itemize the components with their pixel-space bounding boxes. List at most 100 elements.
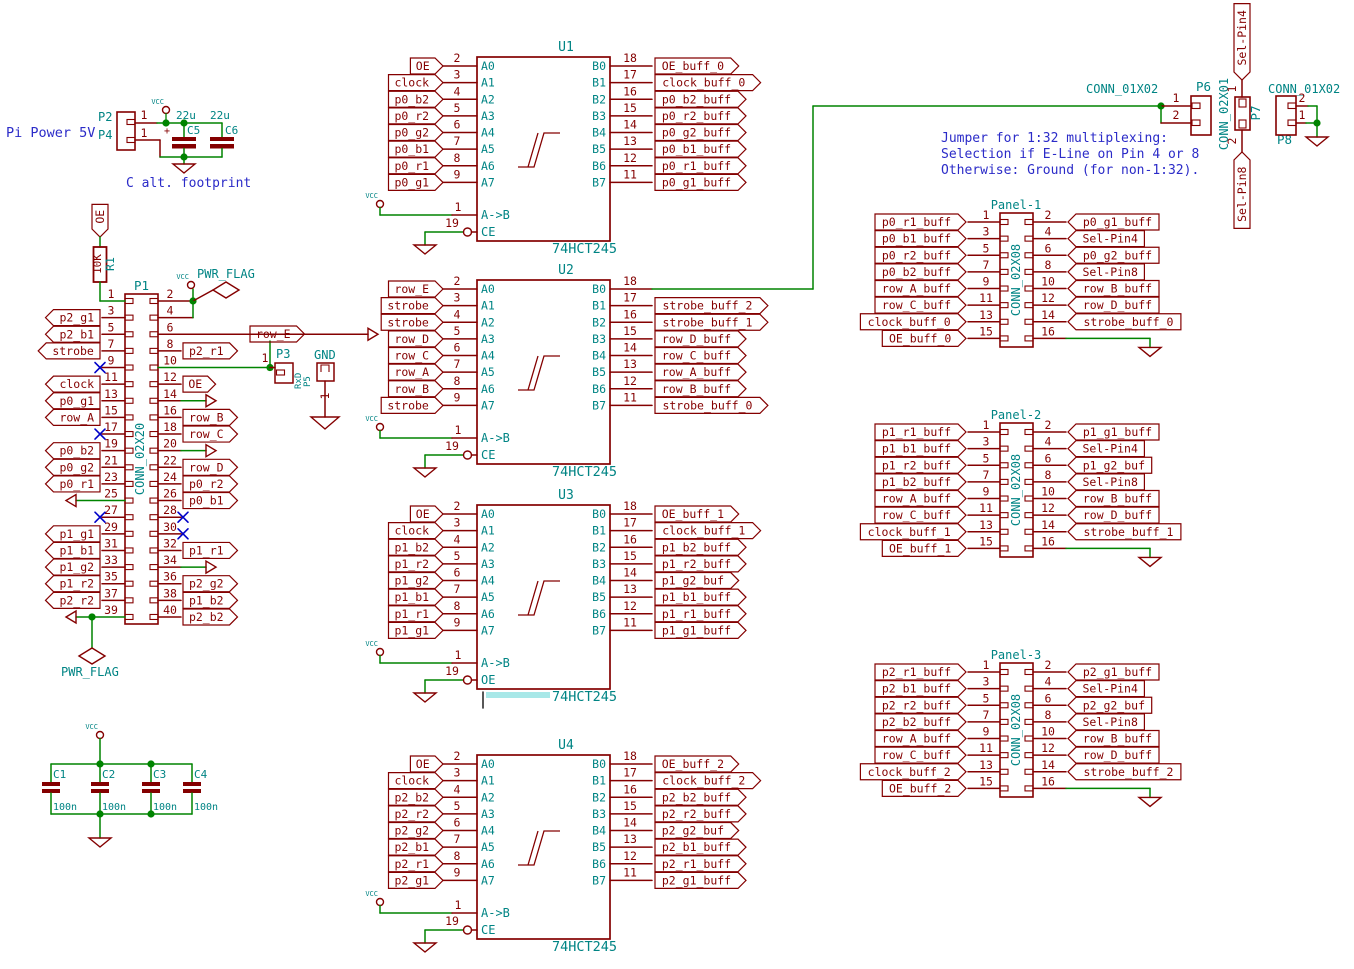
net-label[interactable]: p1_r2 xyxy=(59,577,94,591)
net-label[interactable]: row_B_buff xyxy=(1083,282,1152,296)
net-label[interactable]: row_B xyxy=(189,410,224,424)
net-label[interactable]: p1_g2_buf xyxy=(1083,458,1145,472)
component-value[interactable]: CONN_01X02 xyxy=(1086,82,1158,96)
net-label[interactable]: row_D_buff xyxy=(662,332,731,346)
net-label[interactable]: p1_b2_buff xyxy=(662,540,731,554)
net-label[interactable]: p1_g1_buff xyxy=(1083,425,1152,439)
net-label[interactable]: p2_g1 xyxy=(59,311,94,325)
component-ref[interactable]: C4 xyxy=(194,768,208,781)
net-label[interactable]: OE_buff_0 xyxy=(662,59,724,73)
net-label[interactable]: p0_g1 xyxy=(394,175,429,189)
note-pi-power[interactable]: Pi Power 5V xyxy=(6,125,95,141)
net-label[interactable]: p0_b1_buff xyxy=(662,142,731,156)
net-label[interactable]: p0_g1_buff xyxy=(662,175,731,189)
net-label[interactable]: row_A_buff xyxy=(882,732,951,746)
net-label[interactable]: p0_g2 xyxy=(59,460,94,474)
component-value[interactable]: 100n xyxy=(102,802,126,813)
net-label[interactable]: OE_buff_1 xyxy=(662,507,724,521)
net-label[interactable]: Sel-Pin4 xyxy=(1083,232,1138,246)
net-label[interactable]: Sel-Pin8 xyxy=(1235,166,1249,221)
net-label[interactable]: p2_b2_buff xyxy=(662,790,731,804)
net-label[interactable]: Sel-Pin4 xyxy=(1235,10,1249,65)
component-ref[interactable]: P2 xyxy=(98,110,112,124)
net-label[interactable]: p2_r2_buff xyxy=(882,698,951,712)
net-label[interactable]: p1_g1 xyxy=(394,623,429,637)
net-label[interactable]: row_C_buff xyxy=(882,298,951,312)
net-label[interactable]: p0_b1 xyxy=(189,494,224,508)
net-label[interactable]: OE_buff_1 xyxy=(889,541,951,555)
schematic-canvas[interactable]: Pi Power 5VC alt. footprintJumper for 1:… xyxy=(0,0,1354,969)
net-label[interactable]: row_E xyxy=(394,282,429,296)
net-label[interactable]: strobe xyxy=(52,344,94,358)
net-label[interactable]: p1_b1 xyxy=(59,543,94,557)
net-label[interactable]: p2_r1_buff xyxy=(662,857,731,871)
net-label[interactable]: row_C xyxy=(189,427,224,441)
component-value[interactable]: 74HCT245 xyxy=(552,464,617,480)
net-label[interactable]: p1_r2_buff xyxy=(882,458,951,472)
net-label[interactable]: Sel-Pin8 xyxy=(1083,475,1138,489)
net-label[interactable]: row_A_buff xyxy=(882,492,951,506)
net-label[interactable]: OE xyxy=(416,507,430,521)
net-label[interactable]: p2_r2 xyxy=(59,593,94,607)
net-label[interactable]: row_B xyxy=(394,382,429,396)
net-label[interactable]: p0_b1 xyxy=(394,142,429,156)
net-label[interactable]: clock_buff_2 xyxy=(868,765,951,779)
net-label[interactable]: strobe_buff_0 xyxy=(1083,315,1173,329)
net-label[interactable]: p2_g2_buf xyxy=(1083,698,1145,712)
net-label[interactable]: row_B_buff xyxy=(662,382,731,396)
component-ref[interactable]: P1 xyxy=(134,278,149,293)
net-label[interactable]: strobe xyxy=(387,315,429,329)
net-label[interactable]: Sel-Pin4 xyxy=(1083,442,1138,456)
net-label[interactable]: p1_g2_buf xyxy=(662,574,724,588)
net-label[interactable]: row_A_buff xyxy=(662,365,731,379)
component-ref[interactable]: Panel-2 xyxy=(991,408,1042,422)
net-label[interactable]: p0_r1 xyxy=(59,477,94,491)
net-label[interactable]: row_D xyxy=(189,460,224,474)
net-label[interactable]: p0_g2_buff xyxy=(662,126,731,140)
net-label[interactable]: p1_r1_buff xyxy=(882,425,951,439)
net-label[interactable]: strobe_buff_0 xyxy=(662,398,752,412)
component-ref[interactable]: U2 xyxy=(558,263,574,278)
net-label[interactable]: p2_g2 xyxy=(189,577,224,591)
component-value[interactable]: 74HCT245 xyxy=(552,241,617,257)
net-label[interactable]: clock_buff_1 xyxy=(868,525,951,539)
net-label[interactable]: p1_r1_buff xyxy=(662,607,731,621)
net-label[interactable]: row_B_buff xyxy=(1083,732,1152,746)
net-label[interactable]: p1_g1 xyxy=(59,527,94,541)
component-ref[interactable]: P6 xyxy=(1196,79,1211,94)
net-label[interactable]: OE_buff_2 xyxy=(662,757,724,771)
net-label[interactable]: row_A xyxy=(394,365,429,379)
net-label[interactable]: row_B_buff xyxy=(1083,492,1152,506)
net-label[interactable]: p1_g1_buff xyxy=(662,623,731,637)
component-value[interactable]: 100n xyxy=(53,802,77,813)
net-label[interactable]: row_A xyxy=(59,410,94,424)
net-label[interactable]: Sel-Pin4 xyxy=(1083,682,1138,696)
net-label[interactable]: p0_b2 xyxy=(394,92,429,106)
component-value[interactable]: 100n xyxy=(153,802,177,813)
net-label[interactable]: p0_g1 xyxy=(59,394,94,408)
net-label[interactable]: strobe_buff_1 xyxy=(1083,525,1173,539)
net-label[interactable]: p2_b2 xyxy=(189,610,224,624)
net-label[interactable]: clock_buff_0 xyxy=(868,315,951,329)
net-label[interactable]: row_C_buff xyxy=(882,748,951,762)
net-label[interactable]: OE_buff_2 xyxy=(889,781,951,795)
component-value[interactable]: 100n xyxy=(194,802,218,813)
net-label[interactable]: p2_b2 xyxy=(394,790,429,804)
component-ref[interactable]: U4 xyxy=(558,738,574,753)
net-label[interactable]: strobe xyxy=(387,398,429,412)
component-value[interactable]: CONN_02X20 xyxy=(133,423,147,495)
component-ref[interactable]: U1 xyxy=(558,40,574,55)
net-label[interactable]: p2_b1_buff xyxy=(882,682,951,696)
component-value[interactable]: 22u xyxy=(176,109,196,122)
component-ref[interactable]: R1 xyxy=(103,257,117,271)
net-label[interactable]: p0_b1_buff xyxy=(882,232,951,246)
net-label[interactable]: p0_r1_buff xyxy=(882,215,951,229)
net-label[interactable]: p0_g1_buff xyxy=(1083,215,1152,229)
note-jumper[interactable]: Otherwise: Ground (for non-1:32). xyxy=(941,163,1199,178)
net-label[interactable]: p0_r1_buff xyxy=(662,159,731,173)
net-label[interactable]: p0_g2_buff xyxy=(1083,248,1152,262)
component-value[interactable]: CONN_02X08 xyxy=(1009,454,1023,526)
component-value[interactable]: 22u xyxy=(210,109,230,122)
net-label[interactable]: p2_r1 xyxy=(189,344,224,358)
net-label[interactable]: p2_g2_buf xyxy=(662,824,724,838)
